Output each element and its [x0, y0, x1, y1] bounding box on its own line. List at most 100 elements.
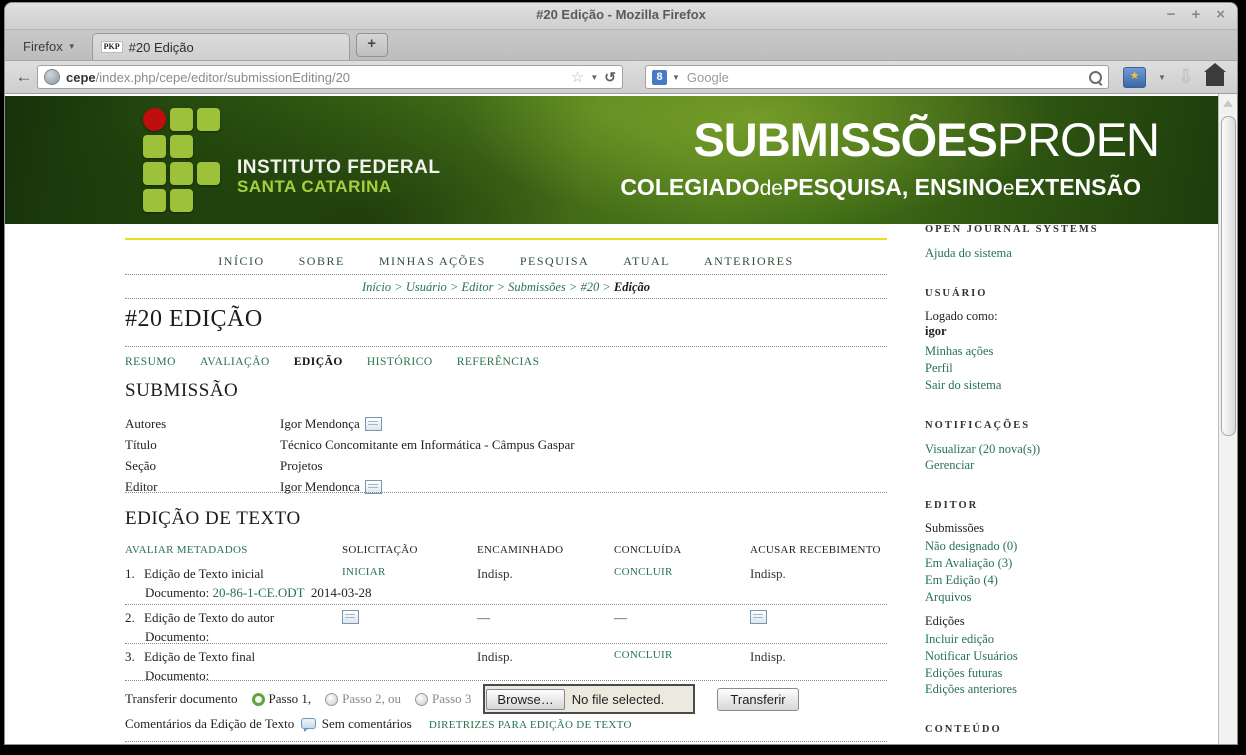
- minimize-button[interactable]: −: [1167, 6, 1176, 24]
- browser-tab[interactable]: PKP #20 Edição: [92, 33, 350, 60]
- document-link[interactable]: 20-86-1-CE.ODT: [213, 585, 305, 600]
- tab-historico[interactable]: HISTÓRICO: [367, 356, 433, 368]
- crumb-editor[interactable]: Editor: [462, 280, 494, 294]
- divider: [125, 298, 887, 299]
- submission-row-titulo: Título Técnico Concomitante em Informáti…: [125, 437, 575, 453]
- nav-minhas-acoes[interactable]: MINHAS AÇÕES: [379, 254, 486, 269]
- sidebar-item-visualizar[interactable]: Visualizar (20 nova(s)): [925, 441, 1195, 458]
- search-bar[interactable]: 8 ▼: [645, 65, 1109, 89]
- tab-strip: Firefox ▼ PKP #20 Edição +: [5, 30, 1237, 61]
- url-bar[interactable]: cepe/index.php/cepe/editor/submissionEdi…: [37, 65, 623, 89]
- nav-inicio[interactable]: INÍCIO: [218, 254, 264, 269]
- site-identity-icon[interactable]: [44, 69, 60, 85]
- sidebar-item-notificar-usuarios[interactable]: Notificar Usuários: [925, 648, 1195, 665]
- journal-subtitle: COLEGIADOdePESQUISA, ENSINOeEXTENSÃO: [620, 174, 1141, 201]
- maximize-button[interactable]: +: [1191, 6, 1200, 24]
- tab-edicao[interactable]: EDIÇÃO: [294, 356, 343, 368]
- sidebar-item-em-avaliacao[interactable]: Em Avaliação (3): [925, 555, 1195, 572]
- url-text[interactable]: cepe/index.php/cepe/editor/submissionEdi…: [66, 70, 565, 85]
- copyedit-row-3: 3. Edição de Texto final Indisp. CONCLUI…: [125, 649, 887, 665]
- journal-banner: INSTITUTO FEDERAL SANTA CATARINA SUBMISS…: [5, 96, 1219, 224]
- bookmarks-dropdown-icon[interactable]: ▼: [1158, 73, 1166, 82]
- sidebar-item-sair[interactable]: Sair do sistema: [925, 377, 1195, 394]
- divider: [125, 643, 887, 644]
- scrollbar-thumb[interactable]: [1221, 116, 1236, 436]
- search-input[interactable]: [685, 69, 1084, 86]
- copyedit-guidelines-link[interactable]: DIRETRIZES PARA EDIÇÃO DE TEXTO: [429, 719, 632, 731]
- submission-details: Autores Igor Mendonça Título Técnico Con…: [125, 416, 575, 500]
- sidebar-notifications-block: NOTIFICAÇÕES Visualizar (20 nova(s)) Ger…: [925, 420, 1195, 475]
- main-navigation: INÍCIO SOBRE MINHAS AÇÕES PESQUISA ATUAL…: [125, 254, 887, 269]
- nav-anteriores[interactable]: ANTERIORES: [704, 254, 794, 269]
- file-input[interactable]: Browse… No file selected.: [483, 684, 695, 714]
- passo2-radio[interactable]: [325, 693, 338, 706]
- divider: [125, 492, 887, 493]
- sidebar-item-edicoes-futuras[interactable]: Edições futuras: [925, 665, 1195, 682]
- sidebar-user-block: USUÁRIO Logado como: igor Minhas ações P…: [925, 288, 1195, 394]
- nav-pesquisa[interactable]: PESQUISA: [520, 254, 589, 269]
- submission-row-secao: Seção Projetos: [125, 458, 575, 474]
- downloads-icon[interactable]: ⇩: [1178, 66, 1194, 89]
- chevron-down-icon: ▼: [68, 42, 76, 51]
- email-icon[interactable]: [750, 610, 767, 624]
- iniciar-link[interactable]: INICIAR: [342, 566, 386, 578]
- logged-username: igor: [925, 324, 1195, 339]
- engine-dropdown-icon[interactable]: ▼: [672, 73, 680, 82]
- firefox-app-menu[interactable]: Firefox ▼: [15, 37, 84, 56]
- comment-bubble-icon[interactable]: [301, 718, 316, 729]
- scroll-up-icon[interactable]: [1223, 100, 1233, 107]
- submission-tabs: RESUMO AVALIAÇÃO EDIÇÃO HISTÓRICO REFERÊ…: [125, 356, 540, 368]
- nav-toolbar: ← cepe/index.php/cepe/editor/submissionE…: [5, 61, 1237, 94]
- search-icon[interactable]: [1089, 71, 1102, 84]
- tab-referencias[interactable]: REFERÊNCIAS: [457, 356, 540, 368]
- tab-avaliacao[interactable]: AVALIAÇÃO: [200, 356, 270, 368]
- url-dropdown-icon[interactable]: ▼: [590, 73, 598, 82]
- sidebar-item-ajuda[interactable]: Ajuda do sistema: [925, 245, 1195, 262]
- page-title: #20 EDIÇÃO: [125, 306, 263, 333]
- sidebar-item-incluir-edicao[interactable]: Incluir edição: [925, 631, 1195, 648]
- back-button[interactable]: ←: [11, 67, 37, 87]
- passo1-radio[interactable]: [252, 693, 265, 706]
- concluir-link[interactable]: CONCLUIR: [614, 649, 673, 661]
- bookmark-star-icon[interactable]: ☆: [571, 68, 584, 86]
- reload-icon[interactable]: ↺: [604, 69, 616, 86]
- nav-sobre[interactable]: SOBRE: [299, 254, 345, 269]
- copyedit-heading: EDIÇÃO DE TEXTO: [125, 508, 301, 530]
- vertical-scrollbar[interactable]: [1218, 94, 1237, 745]
- desktop: #20 Edição - Mozilla Firefox − + × Firef…: [0, 0, 1246, 755]
- review-metadata-link[interactable]: AVALIAR METADADOS: [125, 544, 248, 556]
- email-icon[interactable]: [365, 417, 382, 431]
- crumb-usuario[interactable]: Usuário: [406, 280, 447, 294]
- crumb-inicio[interactable]: Início: [362, 280, 391, 294]
- crumb-submissoes[interactable]: Submissões: [508, 280, 566, 294]
- crumb-current: Edição: [614, 280, 650, 294]
- sidebar-item-arquivos[interactable]: Arquivos: [925, 589, 1195, 606]
- concluir-link[interactable]: CONCLUIR: [614, 566, 673, 578]
- sidebar-item-em-edicao[interactable]: Em Edição (4): [925, 572, 1195, 589]
- browse-button[interactable]: Browse…: [486, 689, 564, 710]
- sidebar-item-edicoes-anteriores[interactable]: Edições anteriores: [925, 681, 1195, 698]
- sidebar-item-nao-designado[interactable]: Não designado (0): [925, 538, 1195, 555]
- home-icon[interactable]: [1206, 72, 1224, 86]
- new-tab-button[interactable]: +: [356, 33, 388, 57]
- ifsc-logo: [143, 108, 220, 212]
- sidebar-content-block: CONTEÚDO Pesquisa Todos ▼: [925, 724, 1195, 745]
- tab-title: #20 Edição: [129, 40, 194, 55]
- page-viewport: INSTITUTO FEDERAL SANTA CATARINA SUBMISS…: [5, 94, 1237, 745]
- email-icon[interactable]: [342, 610, 359, 624]
- google-engine-icon[interactable]: 8: [652, 70, 667, 85]
- transferir-button[interactable]: Transferir: [717, 688, 798, 711]
- window-titlebar[interactable]: #20 Edição - Mozilla Firefox − + ×: [5, 3, 1237, 30]
- sidebar-item-gerenciar[interactable]: Gerenciar: [925, 457, 1195, 474]
- sidebar-item-perfil[interactable]: Perfil: [925, 360, 1195, 377]
- bookmarks-button[interactable]: ★: [1123, 67, 1146, 88]
- sidebar-item-minhas-acoes[interactable]: Minhas ações: [925, 343, 1195, 360]
- copyedit-table-header: AVALIAR METADADOS SOLICITAÇÃO ENCAMINHAD…: [125, 544, 887, 556]
- crumb-20[interactable]: #20: [580, 280, 599, 294]
- nav-atual[interactable]: ATUAL: [623, 254, 670, 269]
- tab-resumo[interactable]: RESUMO: [125, 356, 176, 368]
- passo3-radio[interactable]: [415, 693, 428, 706]
- file-status: No file selected.: [566, 692, 665, 707]
- close-button[interactable]: ×: [1216, 6, 1225, 24]
- submission-heading: SUBMISSÃO: [125, 380, 238, 402]
